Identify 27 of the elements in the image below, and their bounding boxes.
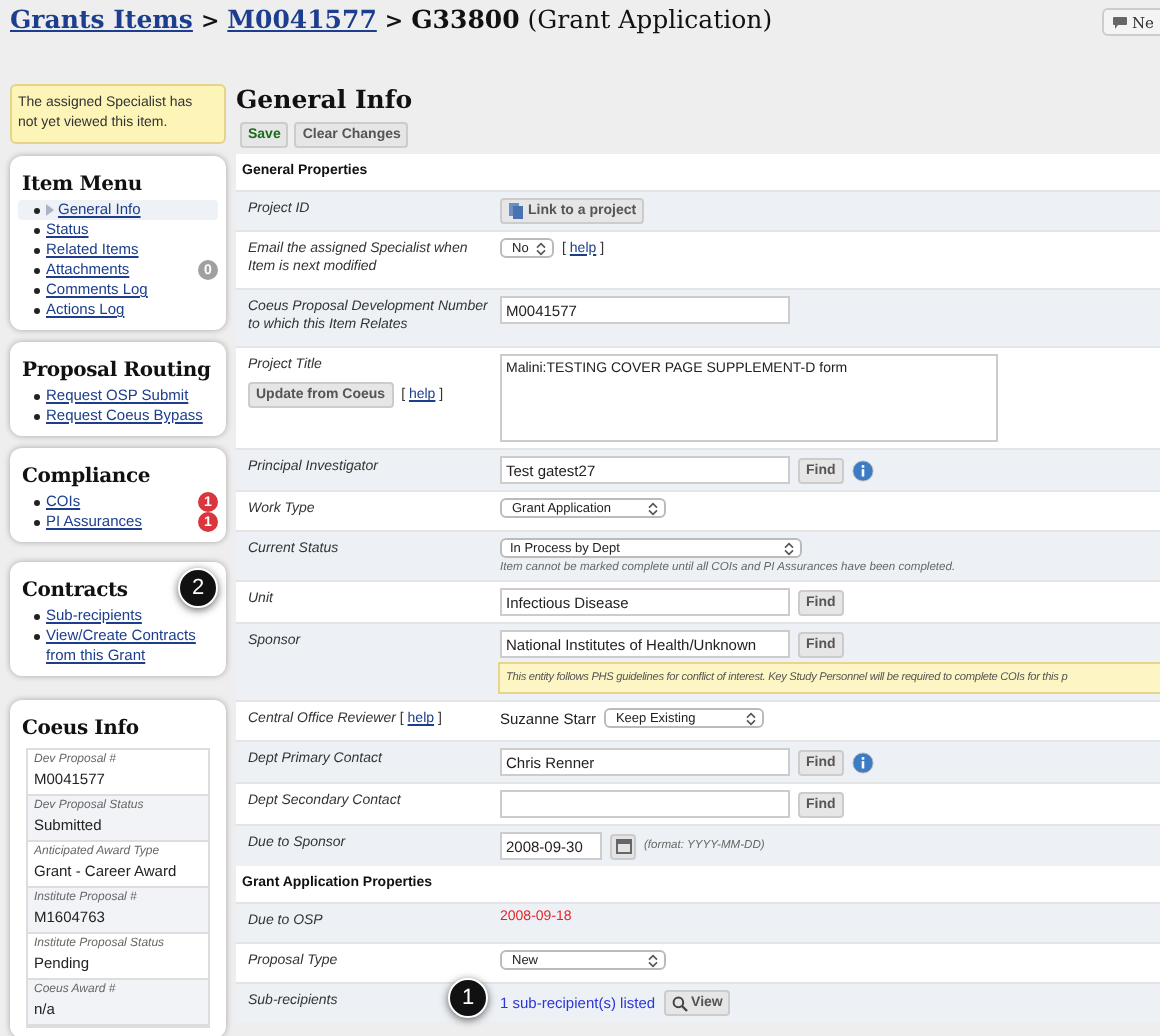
- menu-title: Contracts: [22, 580, 128, 602]
- breadcrumb-link[interactable]: Grants Items: [10, 4, 193, 34]
- info-icon[interactable]: [851, 751, 874, 773]
- step-marker: 1: [448, 978, 488, 1018]
- select-caret-icon: [745, 711, 756, 725]
- search-icon: [671, 995, 688, 1011]
- breadcrumb-separator: >: [384, 8, 404, 34]
- triangle-icon: [46, 204, 54, 216]
- document-icon: [508, 202, 524, 220]
- breadcrumb-separator: >: [200, 8, 220, 34]
- text-field[interactable]: [500, 790, 790, 818]
- info-icon[interactable]: [851, 459, 874, 481]
- item-type: (Grant Application): [527, 4, 773, 34]
- menu-title: Proposal Routing: [22, 360, 211, 382]
- speech-bubble-icon: [1111, 15, 1128, 29]
- select-caret-icon: [784, 541, 794, 555]
- select-caret-icon: [648, 501, 658, 515]
- page-title: General Info: [236, 84, 415, 114]
- menu-title: Compliance: [22, 466, 151, 488]
- calendar-icon[interactable]: [610, 833, 636, 859]
- menu-title: Item Menu: [22, 174, 142, 196]
- select-caret-icon: [648, 953, 658, 967]
- select-caret-icon: [536, 241, 546, 255]
- item-id: G33800: [411, 4, 520, 34]
- step-marker: 2: [178, 568, 218, 608]
- card-title: Coeus Info: [22, 718, 139, 740]
- breadcrumb-link[interactable]: M0041577: [227, 4, 377, 34]
